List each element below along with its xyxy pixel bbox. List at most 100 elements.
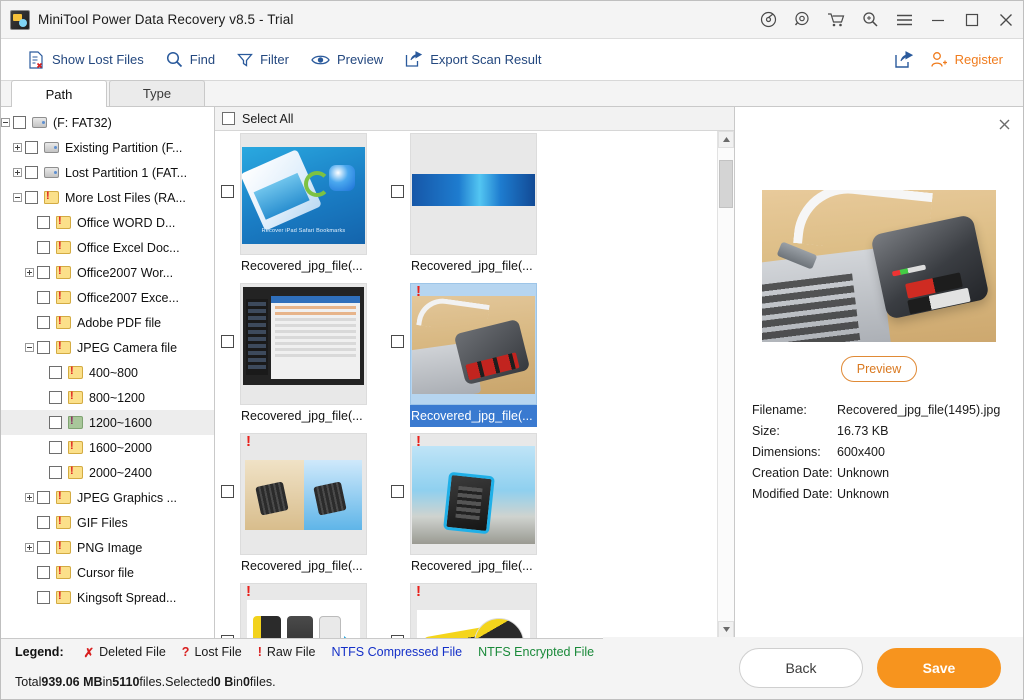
tree-node[interactable]: Existing Partition (F... — [1, 135, 214, 160]
tree-node[interactable]: 1600~2000 — [1, 435, 214, 460]
scroll-up-arrow-icon[interactable] — [718, 131, 734, 148]
file-tile[interactable]: !Recovered_jpg_file(... — [410, 583, 537, 638]
file-thumbnail[interactable]: ! — [410, 583, 537, 638]
file-thumbnail[interactable] — [240, 283, 367, 405]
tree-node[interactable]: Office Excel Doc... — [1, 235, 214, 260]
scrollbar-track[interactable] — [718, 148, 734, 621]
file-thumbnail[interactable]: Recover iPad Safari Bookmarks — [240, 133, 367, 255]
scrollbar-thumb[interactable] — [719, 160, 733, 208]
tree-node-checkbox[interactable] — [37, 241, 50, 254]
thumbnail-cell[interactable]: !Recovered_jpg_file(... — [387, 433, 557, 583]
export-scan-result-button[interactable]: Export Scan Result — [394, 45, 552, 75]
tab-type[interactable]: Type — [109, 80, 205, 106]
file-tile[interactable]: !Recovered_jpg_file(... — [240, 433, 367, 577]
tree-node[interactable]: Adobe PDF file — [1, 310, 214, 335]
tree-node[interactable]: 1200~1600 — [1, 410, 214, 435]
thumbnail-grid[interactable]: Recover iPad Safari Bookmarks Recovered_j… — [215, 131, 717, 638]
preview-close-icon[interactable] — [995, 115, 1013, 133]
collapse-icon[interactable] — [13, 193, 22, 202]
tree-node-checkbox[interactable] — [37, 291, 50, 304]
tree-node-checkbox[interactable] — [37, 566, 50, 579]
expand-icon[interactable] — [13, 143, 22, 152]
file-thumbnail[interactable]: ! — [410, 283, 537, 405]
expand-icon[interactable] — [25, 268, 34, 277]
back-button[interactable]: Back — [739, 648, 863, 688]
tree-node-checkbox[interactable] — [49, 466, 62, 479]
tree-node[interactable]: JPEG Graphics ... — [1, 485, 214, 510]
tree-node-checkbox[interactable] — [37, 341, 50, 354]
tree-node[interactable]: GIF Files — [1, 510, 214, 535]
show-lost-files-button[interactable]: Show Lost Files — [17, 45, 155, 75]
tree-node-checkbox[interactable] — [25, 166, 38, 179]
tree-node[interactable]: JPEG Camera file — [1, 335, 214, 360]
tree-node[interactable]: 400~800 — [1, 360, 214, 385]
tree-node-checkbox[interactable] — [37, 591, 50, 604]
thumbnail-cell[interactable]: Recover iPad Safari Bookmarks Recovered_j… — [217, 133, 387, 283]
tree-node-checkbox[interactable] — [37, 216, 50, 229]
maximize-button[interactable] — [955, 1, 989, 39]
disk-icon[interactable] — [751, 1, 785, 39]
file-thumbnail[interactable]: ! — [410, 433, 537, 555]
tree-node[interactable]: PNG Image — [1, 535, 214, 560]
close-button[interactable] — [989, 1, 1023, 39]
minimize-button[interactable] — [921, 1, 955, 39]
file-tile[interactable]: Recover iPad Safari Bookmarks Recovered_j… — [240, 133, 367, 277]
hamburger-menu-icon[interactable] — [887, 1, 921, 39]
select-all-checkbox[interactable] — [222, 112, 235, 125]
file-tile[interactable]: !Recovered_jpg_file(... — [240, 583, 367, 638]
thumbnail-cell[interactable]: Recovered_jpg_file(... — [387, 133, 557, 283]
preview-button[interactable]: Preview — [300, 45, 394, 75]
tree-node-checkbox[interactable] — [37, 541, 50, 554]
file-checkbox[interactable] — [221, 485, 234, 498]
support-headset-icon[interactable] — [785, 1, 819, 39]
file-tile[interactable]: Recovered_jpg_file(... — [240, 283, 367, 427]
register-button[interactable]: Register — [922, 45, 1011, 75]
expand-icon[interactable] — [25, 493, 34, 502]
save-button[interactable]: Save — [877, 648, 1001, 688]
file-checkbox[interactable] — [391, 335, 404, 348]
directory-tree[interactable]: (F: FAT32) Existing Partition (F... Lost P… — [1, 107, 215, 638]
collapse-icon[interactable] — [25, 343, 34, 352]
tree-node[interactable]: Office WORD D... — [1, 210, 214, 235]
tree-node-checkbox[interactable] — [25, 141, 38, 154]
tree-node[interactable]: Kingsoft Spread... — [1, 585, 214, 610]
magnifier-icon[interactable] — [853, 1, 887, 39]
share-button[interactable] — [886, 45, 922, 75]
thumbnail-cell[interactable]: !Recovered_jpg_file(... — [387, 283, 557, 433]
filter-button[interactable]: Filter — [226, 45, 300, 75]
tree-node-checkbox[interactable] — [37, 266, 50, 279]
tree-node-checkbox[interactable] — [25, 191, 38, 204]
tree-node[interactable]: Office2007 Exce... — [1, 285, 214, 310]
thumbnail-cell[interactable]: !Recovered_jpg_file(... — [387, 583, 557, 638]
tab-path[interactable]: Path — [11, 80, 107, 107]
find-button[interactable]: Find — [155, 45, 226, 75]
tree-node-checkbox[interactable] — [49, 391, 62, 404]
tree-node[interactable]: More Lost Files (RA... — [1, 185, 214, 210]
tree-node[interactable]: (F: FAT32) — [1, 110, 214, 135]
file-checkbox[interactable] — [391, 485, 404, 498]
tree-node[interactable]: Office2007 Wor... — [1, 260, 214, 285]
file-checkbox[interactable] — [221, 335, 234, 348]
tree-node-checkbox[interactable] — [13, 116, 26, 129]
tree-node-checkbox[interactable] — [49, 416, 62, 429]
file-checkbox[interactable] — [221, 185, 234, 198]
file-thumbnail[interactable]: ! — [240, 433, 367, 555]
file-tile[interactable]: Recovered_jpg_file(... — [410, 133, 537, 277]
tree-node[interactable]: 2000~2400 — [1, 460, 214, 485]
file-tile[interactable]: !Recovered_jpg_file(... — [410, 433, 537, 577]
tree-node-checkbox[interactable] — [37, 516, 50, 529]
tree-node-checkbox[interactable] — [37, 316, 50, 329]
tree-node-checkbox[interactable] — [49, 441, 62, 454]
file-thumbnail[interactable] — [410, 133, 537, 255]
file-tile[interactable]: !Recovered_jpg_file(... — [410, 283, 537, 427]
thumbnail-cell[interactable]: !Recovered_jpg_file(... — [217, 433, 387, 583]
scroll-down-arrow-icon[interactable] — [718, 621, 734, 638]
thumbnail-cell[interactable]: !Recovered_jpg_file(... — [217, 583, 387, 638]
tree-node-checkbox[interactable] — [49, 366, 62, 379]
expand-icon[interactable] — [25, 543, 34, 552]
shopping-cart-icon[interactable] — [819, 1, 853, 39]
collapse-icon[interactable] — [1, 118, 10, 127]
file-checkbox[interactable] — [391, 185, 404, 198]
vertical-scrollbar[interactable] — [717, 131, 734, 638]
tree-node[interactable]: Cursor file — [1, 560, 214, 585]
